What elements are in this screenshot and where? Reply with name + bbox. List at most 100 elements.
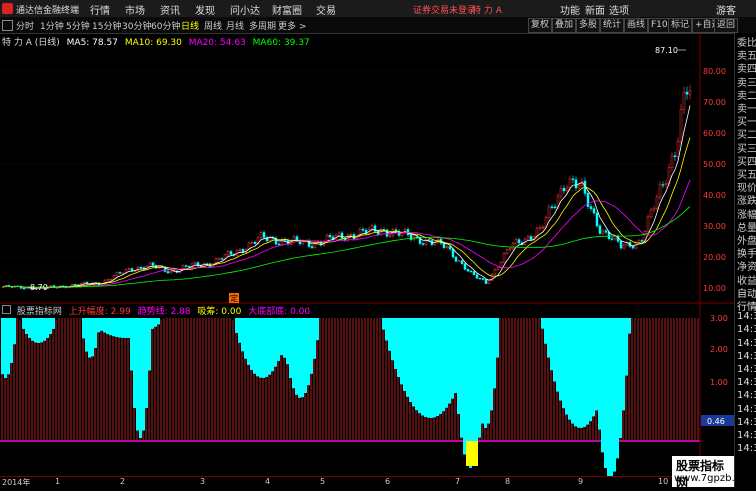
- menu-gongneng[interactable]: 功能: [560, 2, 580, 17]
- menu-caifuquan[interactable]: 财富圈: [272, 2, 302, 17]
- layout-icon[interactable]: [2, 20, 13, 31]
- side-panel-item[interactable]: 14:3: [737, 443, 756, 454]
- ma-legend: 特 力 A (日线) MA5: 78.57 MA10: 69.30 MA20: …: [2, 35, 314, 48]
- side-panel-item[interactable]: 14:3: [737, 377, 756, 388]
- candle-body: [106, 279, 110, 281]
- back-button[interactable]: 返回: [714, 18, 739, 33]
- indicator-tick: 1.00: [710, 378, 728, 387]
- side-panel-item[interactable]: 14:3: [737, 351, 756, 362]
- diejia-button[interactable]: 叠加: [552, 18, 577, 33]
- side-panel-item[interactable]: 14:3: [737, 311, 756, 322]
- candle-body: [217, 258, 221, 260]
- side-panel-item[interactable]: 14:3: [737, 390, 756, 401]
- side-panel-item[interactable]: 14:3: [737, 404, 756, 415]
- indicator-fill: [265, 318, 268, 377]
- period-1min[interactable]: 1分钟: [40, 19, 64, 32]
- period-30min[interactable]: 30分钟: [122, 19, 151, 32]
- candle-body: [280, 239, 284, 245]
- side-panel-item[interactable]: 14:3: [737, 324, 756, 335]
- menu-xinmian[interactable]: 新面: [585, 2, 605, 17]
- candle-body: [682, 91, 686, 110]
- user-guest[interactable]: 游客: [716, 2, 736, 17]
- candle-body: [268, 237, 272, 242]
- period-monthly[interactable]: 月线: [226, 19, 244, 32]
- candle-body: [433, 242, 437, 245]
- price-tick: 40.00: [703, 191, 726, 200]
- menu-hangqing[interactable]: 行情: [90, 2, 110, 17]
- menu-shichang[interactable]: 市场: [125, 2, 145, 17]
- indicator-fill: [385, 318, 388, 341]
- candle-body: [514, 239, 518, 244]
- menu-zixun[interactable]: 资讯: [160, 2, 180, 17]
- huaxian-button[interactable]: 画线: [624, 18, 649, 33]
- side-panel-item[interactable]: 14:3: [737, 417, 756, 428]
- period-fenshi[interactable]: 分时: [16, 19, 34, 32]
- ma5-value: MA5: 78.57: [66, 38, 118, 48]
- period-5min[interactable]: 5分钟: [66, 19, 90, 32]
- candle-body: [613, 236, 617, 240]
- indicator-fill: [574, 318, 577, 427]
- indicator-fill: [268, 318, 271, 375]
- indicator-fill: [127, 318, 130, 338]
- indicator-tick: 3.00: [710, 314, 728, 323]
- login-status[interactable]: 证券交易未登录: [413, 3, 476, 16]
- kline-chart[interactable]: 80.00 70.00 60.00 50.00 40.00 30.00 20.0…: [0, 33, 734, 476]
- indicator-fill: [7, 318, 10, 375]
- menu-jiaoyi[interactable]: 交易: [316, 2, 336, 17]
- time-tick: 4: [265, 477, 271, 486]
- candle-body: [505, 249, 509, 254]
- indicator-fill: [421, 318, 424, 416]
- candle-body: [688, 90, 692, 95]
- candle-body: [655, 196, 659, 209]
- side-panel-item[interactable]: 14:3: [737, 430, 756, 441]
- candle-body: [646, 216, 650, 232]
- candle-body: [313, 242, 317, 248]
- price-tick: 20.00: [703, 253, 726, 262]
- candle-body: [592, 208, 596, 214]
- time-tick: 2: [120, 477, 126, 486]
- menu-xuanxiang[interactable]: 选项: [609, 2, 629, 17]
- accumulation-highlight: [466, 441, 478, 466]
- candle-body: [151, 262, 155, 266]
- indicator-fill: [292, 318, 295, 389]
- indicator-fill: [151, 318, 154, 329]
- indicator-fill: [409, 318, 412, 402]
- period-15min[interactable]: 15分钟: [92, 19, 121, 32]
- candle-body: [652, 207, 656, 211]
- side-panel-item[interactable]: 14:3: [737, 364, 756, 375]
- indicator-fill: [307, 318, 310, 386]
- menu-wenxiaoda[interactable]: 问小达: [230, 2, 260, 17]
- indicator-fill: [40, 318, 43, 343]
- period-daily[interactable]: 日线: [181, 19, 199, 32]
- menu-faxian[interactable]: 发现: [195, 2, 215, 17]
- indicator-fill: [139, 318, 142, 438]
- candle-body: [562, 187, 566, 192]
- duogu-button[interactable]: 多股: [576, 18, 601, 33]
- candle-body: [139, 266, 143, 269]
- candle-body: [526, 236, 530, 240]
- period-more[interactable]: 更多 >: [278, 19, 306, 32]
- candle-body: [148, 262, 152, 267]
- period-weekly[interactable]: 周线: [204, 19, 222, 32]
- quote-side-panel: 委比 卖五 卖四 卖三 卖二 卖一 买一 买二 买三 买四 买五 现价 涨跌 涨幅 总量 外盘 换手 净资 收益 自动…: [734, 33, 756, 487]
- indicator-fill: [253, 318, 256, 374]
- indicator-fill: [541, 318, 544, 329]
- indicator-name[interactable]: 股票指标网: [17, 307, 62, 317]
- candle-body: [598, 225, 602, 234]
- candle-body: [541, 226, 545, 229]
- indicator-fill: [565, 318, 568, 415]
- period-multi[interactable]: 多周期: [249, 19, 276, 32]
- candle-body: [484, 279, 488, 284]
- indicator-settings-icon[interactable]: [2, 305, 11, 314]
- biaoji-button[interactable]: 标记: [668, 18, 693, 33]
- fuquan-button[interactable]: 复权: [528, 18, 553, 33]
- candle-body: [589, 206, 593, 209]
- candle-body: [577, 184, 581, 189]
- indicator-fill: [388, 318, 391, 351]
- tongji-button[interactable]: 统计: [600, 18, 625, 33]
- indicator-fill: [106, 318, 109, 334]
- side-panel-item[interactable]: 14:3: [737, 338, 756, 349]
- period-60min[interactable]: 60分钟: [151, 19, 180, 32]
- candle-body: [457, 260, 461, 262]
- candle-body: [193, 262, 197, 265]
